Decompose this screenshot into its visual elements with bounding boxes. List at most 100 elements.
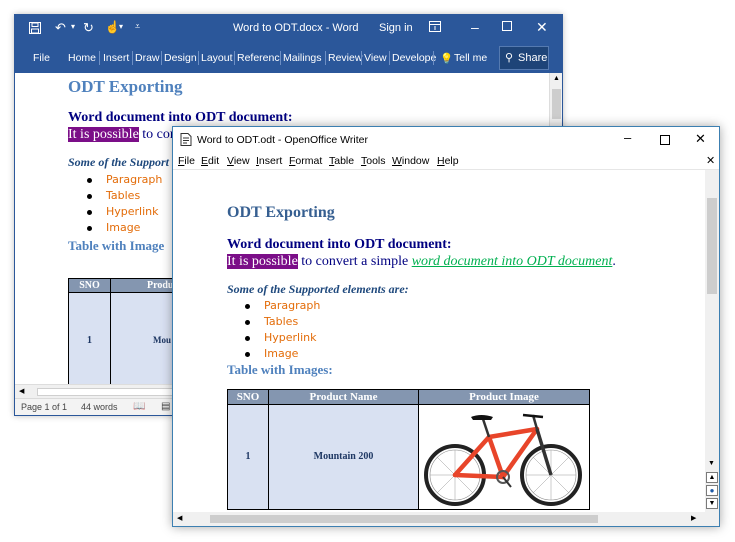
scroll-left-icon[interactable]: ◀	[177, 514, 182, 522]
highlighted-text: It is possible	[68, 127, 139, 142]
bullet-icon	[245, 335, 250, 341]
menu-tools[interactable]: Tools	[361, 155, 386, 167]
close-icon[interactable]: ✕	[695, 131, 706, 147]
table-header-sno: SNO	[227, 389, 269, 405]
list-item: Paragraph	[87, 172, 162, 188]
highlighted-text: It is possible	[227, 254, 298, 269]
tab-view[interactable]: View	[364, 52, 387, 64]
navigator-icon[interactable]: ●	[706, 485, 718, 496]
tell-me-box[interactable]: Tell me	[454, 52, 487, 64]
person-icon: ⚲	[505, 52, 514, 64]
tab-layout[interactable]: Layout	[201, 52, 233, 64]
paragraph-text: to convert a simple	[297, 254, 412, 269]
bullet-icon	[87, 193, 92, 199]
scroll-up-icon[interactable]: ▲	[553, 75, 560, 82]
list-item: Hyperlink	[245, 330, 320, 346]
maximize-icon[interactable]	[502, 21, 512, 34]
tab-developer[interactable]: Develope	[392, 52, 436, 64]
lightbulb-icon: 💡	[440, 53, 454, 65]
ribbon-display-icon[interactable]	[429, 21, 441, 35]
layout-icon[interactable]: ▤	[161, 401, 170, 412]
bullet-list: Paragraph Tables Hyperlink Image	[87, 172, 162, 236]
tab-home[interactable]: Home	[68, 52, 96, 64]
redo-icon[interactable]: ↻	[83, 20, 94, 36]
tab-file[interactable]: File	[33, 52, 50, 64]
scrollbar-thumb[interactable]	[210, 515, 598, 523]
undo-icon[interactable]: ↶	[55, 20, 66, 36]
menu-file[interactable]: File	[178, 155, 195, 167]
scrollbar-thumb[interactable]	[552, 89, 561, 119]
page-count[interactable]: Page 1 of 1	[21, 402, 67, 412]
menu-view[interactable]: View	[227, 155, 250, 167]
touch-dropdown-icon[interactable]: ▾	[119, 22, 123, 31]
list-item: Tables	[87, 188, 162, 204]
minimize-icon[interactable]: –	[624, 130, 631, 145]
oo-document-area[interactable]: ODT Exporting Word document into ODT doc…	[173, 170, 705, 512]
undo-dropdown-icon[interactable]: ▾	[71, 22, 75, 31]
window-title: Word to ODT.docx - Word	[233, 22, 359, 34]
close-document-icon[interactable]: ✕	[706, 154, 715, 167]
menu-insert[interactable]: Insert	[256, 155, 282, 167]
share-button[interactable]: ⚲ Share	[499, 46, 549, 70]
previous-page-icon[interactable]: ▲	[706, 472, 718, 483]
word-count[interactable]: 44 words	[81, 402, 118, 412]
list-item: Image	[245, 346, 320, 362]
maximize-icon[interactable]	[660, 135, 670, 148]
oo-horizontal-scrollbar[interactable]: ◀ ▶	[173, 512, 719, 526]
bullet-icon	[245, 303, 250, 309]
oo-vertical-scrollbar[interactable]: ▼ ▲ ● ▼	[705, 170, 719, 512]
oo-menubar: File Edit View Insert Format Table Tools…	[173, 152, 719, 170]
menu-help[interactable]: Help	[437, 155, 459, 167]
share-label: Share	[518, 52, 548, 64]
bullet-icon	[87, 177, 92, 183]
tab-mailings[interactable]: Mailings	[283, 52, 322, 64]
menu-format[interactable]: Format	[289, 155, 322, 167]
bicycle-image	[424, 413, 582, 506]
tab-insert[interactable]: Insert	[103, 52, 129, 64]
doc-subheading: Word document into ODT document:	[68, 110, 293, 125]
minimize-icon[interactable]: –	[471, 19, 479, 35]
list-item: Hyperlink	[87, 204, 162, 220]
doc-heading: ODT Exporting	[227, 204, 335, 221]
supported-heading: Some of the Support	[68, 155, 170, 169]
tab-review[interactable]: Review	[328, 52, 362, 64]
table-header-product-name: Product Name	[268, 389, 419, 405]
next-page-icon[interactable]: ▼	[706, 498, 718, 509]
bullet-list: Paragraph Tables Hyperlink Image	[245, 298, 320, 362]
table-heading: Table with Images:	[227, 362, 333, 377]
supported-heading: Some of the Supported elements are:	[227, 282, 409, 296]
word-ribbon-tabs: File Home Insert Draw Design Layout Refe…	[15, 43, 562, 73]
list-item: Paragraph	[245, 298, 320, 314]
close-icon[interactable]: ✕	[536, 19, 548, 36]
bullet-icon	[245, 319, 250, 325]
list-item: Image	[87, 220, 162, 236]
touch-mode-icon[interactable]: ☝	[105, 20, 120, 34]
tab-references[interactable]: Referenc	[237, 52, 280, 64]
scroll-left-icon[interactable]: ◀	[19, 387, 24, 395]
proofing-icon[interactable]: 📖	[133, 401, 145, 412]
tab-design[interactable]: Design	[164, 52, 197, 64]
openoffice-window: Word to ODT.odt - OpenOffice Writer – ✕ …	[172, 126, 720, 527]
doc-heading: ODT Exporting	[68, 77, 183, 96]
bullet-icon	[87, 225, 92, 231]
table-cell-sno: 1	[68, 292, 111, 387]
sign-in-link[interactable]: Sign in	[379, 22, 413, 34]
doc-paragraph: It is possible to convert a simple word …	[227, 254, 616, 270]
paragraph-period: .	[612, 254, 616, 269]
table-header-product-image: Product Image	[418, 389, 590, 405]
scrollbar-thumb[interactable]	[707, 198, 717, 294]
scroll-down-icon[interactable]: ▼	[708, 460, 715, 467]
menu-window[interactable]: Window	[392, 155, 429, 167]
menu-edit[interactable]: Edit	[201, 155, 219, 167]
bullet-icon	[87, 209, 92, 215]
customize-toolbar-icon[interactable]: ⩡	[135, 21, 140, 32]
writer-app-icon	[180, 133, 192, 149]
list-item: Tables	[245, 314, 320, 330]
hyperlink[interactable]: word document into ODT document	[412, 254, 613, 269]
bullet-icon	[245, 351, 250, 357]
scroll-right-icon[interactable]: ▶	[691, 514, 696, 522]
save-icon[interactable]	[29, 22, 41, 37]
tab-draw[interactable]: Draw	[135, 52, 160, 64]
menu-table[interactable]: Table	[329, 155, 354, 167]
table-header-sno: SNO	[68, 278, 111, 293]
